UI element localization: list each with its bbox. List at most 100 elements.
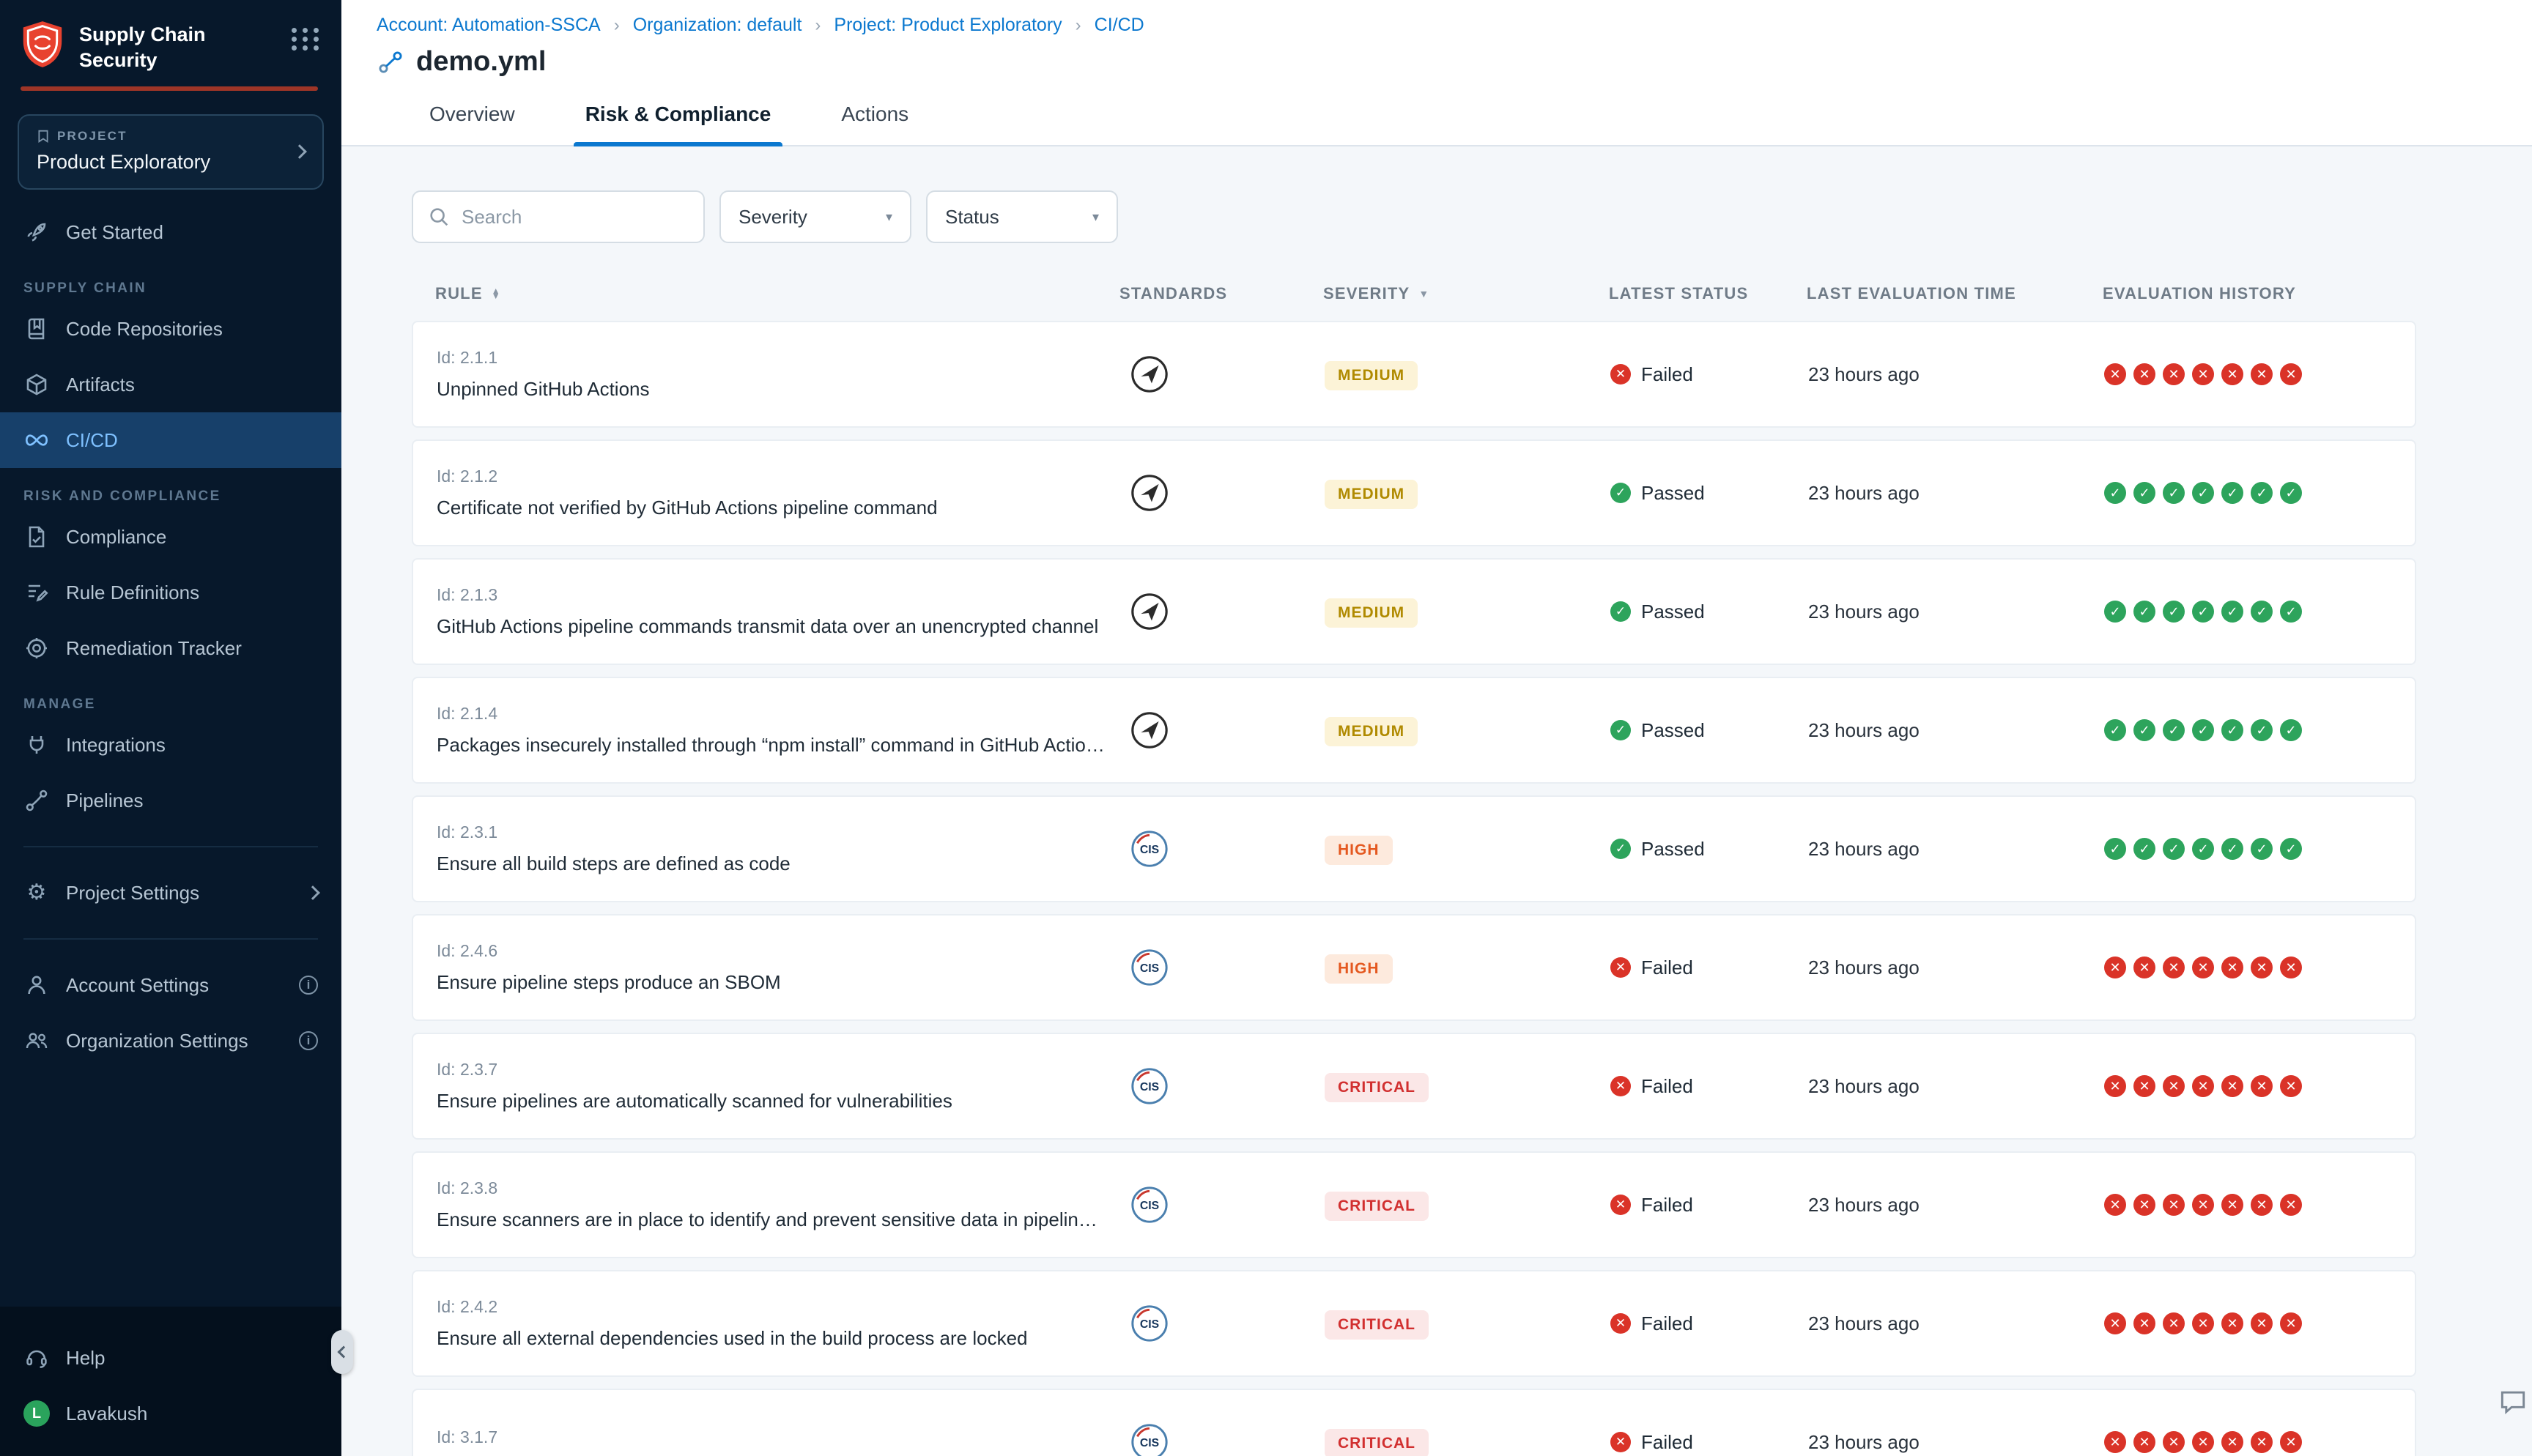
github-actions-standard-icon xyxy=(1130,592,1325,631)
status-passed-icon: ✓ xyxy=(1610,483,1631,503)
tab-overview[interactable]: Overview xyxy=(426,88,518,145)
sidebar-item-get-started[interactable]: Get Started xyxy=(0,204,341,260)
rule-id: Id: 2.4.2 xyxy=(437,1297,1121,1317)
history-fail-icon: ✕ xyxy=(2251,957,2273,978)
breadcrumb-organization[interactable]: Organization: default xyxy=(601,15,802,36)
chat-widget-icon[interactable] xyxy=(2497,1386,2529,1418)
history-pass-icon: ✓ xyxy=(2251,719,2273,741)
evaluation-history: ✕✕✕✕✕✕✕ xyxy=(2104,363,2415,385)
history-fail-icon: ✕ xyxy=(2133,1431,2155,1453)
page-title: demo.yml xyxy=(416,46,546,78)
sidebar-item-cicd[interactable]: CI/CD xyxy=(0,412,341,468)
bookmark-icon xyxy=(37,130,50,143)
sidebar-footer: Help L Lavakush xyxy=(0,1307,341,1456)
evaluation-history: ✓✓✓✓✓✓✓ xyxy=(2104,838,2415,860)
severity-cell: CRITICAL xyxy=(1325,1189,1610,1221)
sort-desc-icon[interactable] xyxy=(1418,288,1429,300)
sidebar-item-project-settings[interactable]: ⚙ Project Settings xyxy=(0,865,341,921)
evaluation-time: 23 hours ago xyxy=(1808,1431,2104,1454)
severity-filter[interactable]: Severity ▾ xyxy=(719,190,911,243)
column-rule[interactable]: RULE xyxy=(412,284,1119,303)
history-fail-icon: ✕ xyxy=(2104,1075,2126,1097)
brand-title: Supply Chain Security xyxy=(79,22,226,73)
rule-name: Certificate not verified by GitHub Actio… xyxy=(437,497,1121,519)
evaluation-history: ✓✓✓✓✓✓✓ xyxy=(2104,601,2415,623)
table-row[interactable]: Id: 2.1.4 Packages insecurely installed … xyxy=(412,677,2416,784)
history-fail-icon: ✕ xyxy=(2280,363,2302,385)
sidebar-collapse-handle[interactable] xyxy=(331,1330,353,1374)
cis-standard-icon: CIS xyxy=(1130,1066,1325,1106)
rule-cell: Id: 2.4.6 Ensure pipeline steps produce … xyxy=(413,941,1121,994)
filter-bar: Severity ▾ Status ▾ xyxy=(412,190,2532,243)
sidebar-item-integrations[interactable]: Integrations xyxy=(0,717,341,773)
history-fail-icon: ✕ xyxy=(2133,1312,2155,1334)
history-fail-icon: ✕ xyxy=(2192,1075,2214,1097)
history-pass-icon: ✓ xyxy=(2192,482,2214,504)
sidebar-item-rule-definitions[interactable]: Rule Definitions xyxy=(0,565,341,620)
table-row[interactable]: Id: 2.1.1 Unpinned GitHub Actions MEDIUM… xyxy=(412,321,2416,428)
rule-id: Id: 2.3.1 xyxy=(437,822,1121,842)
sidebar-item-artifacts[interactable]: Artifacts xyxy=(0,357,341,412)
sidebar-item-code-repositories[interactable]: Code Repositories xyxy=(0,301,341,357)
severity-cell: MEDIUM xyxy=(1325,359,1610,390)
svg-text:CIS: CIS xyxy=(1140,1081,1159,1093)
rule-id: Id: 2.1.2 xyxy=(437,467,1121,486)
table-row[interactable]: Id: 2.3.7 Ensure pipelines are automatic… xyxy=(412,1033,2416,1140)
table-row[interactable]: Id: 2.1.2 Certificate not verified by Gi… xyxy=(412,439,2416,546)
table-row[interactable]: Id: 2.3.1 Ensure all build steps are def… xyxy=(412,795,2416,902)
column-latest-status: LATEST STATUS xyxy=(1609,284,1807,303)
table-row[interactable]: Id: 2.3.8 Ensure scanners are in place t… xyxy=(412,1151,2416,1258)
status-cell: ✕ Failed xyxy=(1610,1431,1808,1454)
table-row[interactable]: Id: 3.1.7 CIS CRITICAL ✕ Failed 23 hours… xyxy=(412,1389,2416,1456)
status-label: Failed xyxy=(1641,1075,1693,1098)
plug-icon xyxy=(23,732,50,758)
standards-cell: CIS xyxy=(1121,1304,1325,1343)
status-failed-icon: ✕ xyxy=(1610,1432,1631,1452)
severity-badge: HIGH xyxy=(1325,954,1393,984)
status-filter[interactable]: Status ▾ xyxy=(926,190,1118,243)
avatar: L xyxy=(23,1400,50,1427)
standards-cell xyxy=(1121,592,1325,631)
sidebar-item-pipelines[interactable]: Pipelines xyxy=(0,773,341,828)
column-severity[interactable]: SEVERITY xyxy=(1323,284,1609,303)
tab-risk-compliance[interactable]: Risk & Compliance xyxy=(582,88,774,145)
gear-icon: ⚙ xyxy=(23,880,50,906)
table-row[interactable]: Id: 2.4.6 Ensure pipeline steps produce … xyxy=(412,914,2416,1021)
history-fail-icon: ✕ xyxy=(2104,957,2126,978)
evaluation-time: 23 hours ago xyxy=(1808,1075,2104,1098)
doc-check-icon xyxy=(23,524,50,550)
rules-table: RULE STANDARDS SEVERITY LATEST STATUS LA… xyxy=(412,284,2416,1456)
sidebar-item-help[interactable]: Help xyxy=(0,1330,341,1386)
sidebar-item-remediation-tracker[interactable]: Remediation Tracker xyxy=(0,620,341,676)
search-input[interactable] xyxy=(462,206,689,229)
project-selector[interactable]: PROJECT Product Exploratory xyxy=(18,114,324,190)
history-fail-icon: ✕ xyxy=(2104,1312,2126,1334)
history-fail-icon: ✕ xyxy=(2251,1312,2273,1334)
chevron-down-icon: ▾ xyxy=(1092,209,1099,225)
breadcrumb-project[interactable]: Project: Product Exploratory xyxy=(802,15,1062,36)
sort-icon[interactable] xyxy=(492,289,501,300)
table-row[interactable]: Id: 2.1.3 GitHub Actions pipeline comman… xyxy=(412,558,2416,665)
apps-grid-icon[interactable] xyxy=(292,28,321,51)
brand-accent-bar xyxy=(21,86,318,91)
history-fail-icon: ✕ xyxy=(2251,1075,2273,1097)
rule-id: Id: 2.1.4 xyxy=(437,704,1121,724)
sidebar-item-organization-settings[interactable]: Organization Settings i xyxy=(0,1013,341,1069)
table-row[interactable]: Id: 2.4.2 Ensure all external dependenci… xyxy=(412,1270,2416,1377)
history-fail-icon: ✕ xyxy=(2163,957,2185,978)
breadcrumb-account[interactable]: Account: Automation-SSCA xyxy=(377,15,601,36)
repo-icon xyxy=(23,316,50,342)
history-pass-icon: ✓ xyxy=(2192,838,2214,860)
history-pass-icon: ✓ xyxy=(2133,838,2155,860)
rules-icon xyxy=(23,579,50,606)
column-evaluation-history: EVALUATION HISTORY xyxy=(2103,284,2416,303)
search-box[interactable] xyxy=(412,190,705,243)
status-failed-icon: ✕ xyxy=(1610,957,1631,978)
tab-actions[interactable]: Actions xyxy=(838,88,911,145)
table-header: RULE STANDARDS SEVERITY LATEST STATUS LA… xyxy=(412,284,2416,321)
breadcrumb-cicd[interactable]: CI/CD xyxy=(1062,15,1144,36)
sidebar-item-account-settings[interactable]: Account Settings i xyxy=(0,957,341,1013)
user-menu[interactable]: L Lavakush xyxy=(0,1386,341,1441)
svg-text:CIS: CIS xyxy=(1140,1318,1159,1331)
sidebar-item-compliance[interactable]: Compliance xyxy=(0,509,341,565)
